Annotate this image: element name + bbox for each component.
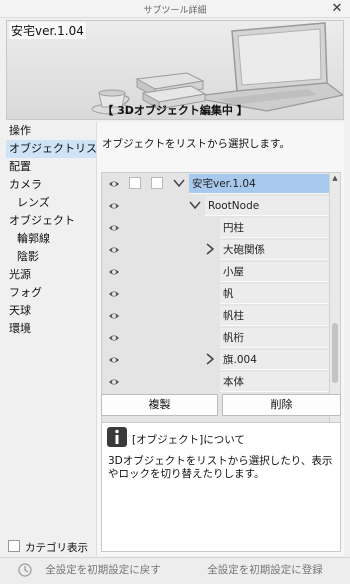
settings-panel: オブジェクトをリストから選択します。 安宅ver.1.04 RootNode 円…	[96, 122, 344, 556]
register-all-button[interactable]: 全設定を初期設定に登録	[190, 560, 340, 580]
eye-icon[interactable]	[108, 376, 120, 388]
nav-item-shading[interactable]: 陰影	[6, 248, 96, 266]
tree-row[interactable]: 帆桁	[102, 327, 330, 349]
chevron-right-icon[interactable]	[203, 242, 217, 256]
category-display-label: カテゴリ表示	[25, 542, 88, 554]
tree-item-label[interactable]: 本体	[220, 372, 330, 392]
duplicate-button[interactable]: 複製	[101, 394, 218, 416]
tree-row[interactable]: 帆	[102, 283, 330, 305]
eye-icon[interactable]	[108, 244, 120, 256]
category-display-checkbox[interactable]	[8, 540, 20, 552]
edit-mode-label: 【 3Dオブジェクト編集中 】	[102, 104, 248, 117]
title-bar: サブツール詳細 ✕	[0, 0, 350, 18]
tree-item-label[interactable]: 帆	[220, 284, 330, 304]
subtool-banner: 安宅ver.1.04 【 3Dオブジェクト編集中 】	[6, 20, 344, 120]
tree-item-label[interactable]: 旗.004	[220, 350, 330, 370]
eye-icon[interactable]	[108, 310, 120, 322]
eye-icon[interactable]	[108, 288, 120, 300]
info-box: [オブジェクト]について 3Dオブジェクトをリストから選択したり、表示やロックを…	[101, 422, 341, 552]
reset-all-button[interactable]: 全設定を初期設定に戻す	[38, 560, 168, 580]
lock-checkbox[interactable]	[129, 177, 141, 189]
nav-item-operation[interactable]: 操作	[6, 122, 96, 140]
eye-icon[interactable]	[108, 354, 120, 366]
eye-icon[interactable]	[108, 178, 120, 190]
window-title: サブツール詳細	[143, 6, 207, 16]
tree-item-label[interactable]: 帆柱	[220, 306, 330, 326]
nav-item-fog[interactable]: フォグ	[6, 284, 96, 302]
tree-row[interactable]: 大砲関係	[102, 239, 330, 261]
scroll-up-icon[interactable]: ▲	[330, 173, 340, 183]
category-nav: 操作 オブジェクトリスト 配置 カメラ レンズ オブジェクト 輪郭線 陰影 光源…	[6, 122, 108, 540]
scroll-thumb[interactable]	[332, 323, 338, 383]
tree-row[interactable]: 本体	[102, 371, 330, 393]
tree-row[interactable]: 小屋	[102, 261, 330, 283]
reset-icon	[18, 563, 32, 577]
tree-item-label[interactable]: 大砲関係	[220, 240, 330, 260]
info-icon	[107, 427, 127, 447]
info-body: 3Dオブジェクトをリストから選択したり、表示やロックを切り替えたりします。	[108, 455, 333, 480]
tree-row[interactable]: RootNode	[102, 195, 330, 217]
tree-row[interactable]: 帆柱	[102, 305, 330, 327]
eye-icon[interactable]	[108, 332, 120, 344]
nav-item-object-list[interactable]: オブジェクトリスト	[6, 140, 108, 158]
tree-row[interactable]: 安宅ver.1.04	[102, 173, 330, 195]
tree-item-label[interactable]: 小屋	[220, 262, 330, 282]
nav-item-lens[interactable]: レンズ	[6, 194, 96, 212]
chevron-down-icon[interactable]	[188, 198, 202, 212]
tree-row[interactable]: 旗.004	[102, 349, 330, 371]
close-icon[interactable]: ✕	[330, 1, 344, 16]
tree-item-label[interactable]: RootNode	[205, 196, 330, 216]
nav-item-placement[interactable]: 配置	[6, 158, 96, 176]
tree-item-label[interactable]: 帆桁	[220, 328, 330, 348]
eye-icon[interactable]	[108, 222, 120, 234]
tree-row[interactable]: 円柱	[102, 217, 330, 239]
chevron-down-icon[interactable]	[172, 176, 186, 190]
tree-item-label[interactable]: 円柱	[220, 218, 330, 238]
nav-item-outline[interactable]: 輪郭線	[6, 230, 96, 248]
eye-icon[interactable]	[108, 266, 120, 278]
footer-bar: 全設定を初期設定に戻す 全設定を初期設定に登録	[0, 557, 350, 584]
nav-item-camera[interactable]: カメラ	[6, 176, 96, 194]
info-title: [オブジェクト]について	[132, 434, 245, 446]
object-version-label: 安宅ver.1.04	[9, 22, 86, 39]
tree-item-label[interactable]: 安宅ver.1.04	[189, 174, 330, 194]
nav-item-object[interactable]: オブジェクト	[6, 212, 96, 230]
nav-item-light-source[interactable]: 光源	[6, 266, 96, 284]
eye-icon[interactable]	[108, 200, 120, 212]
visibility-checkbox[interactable]	[151, 177, 163, 189]
nav-item-sky-sphere[interactable]: 天球	[6, 302, 96, 320]
nav-item-environment[interactable]: 環境	[6, 320, 96, 338]
panel-description: オブジェクトをリストから選択します。	[102, 138, 290, 150]
delete-button[interactable]: 削除	[222, 394, 341, 416]
chevron-right-icon[interactable]	[203, 352, 217, 366]
